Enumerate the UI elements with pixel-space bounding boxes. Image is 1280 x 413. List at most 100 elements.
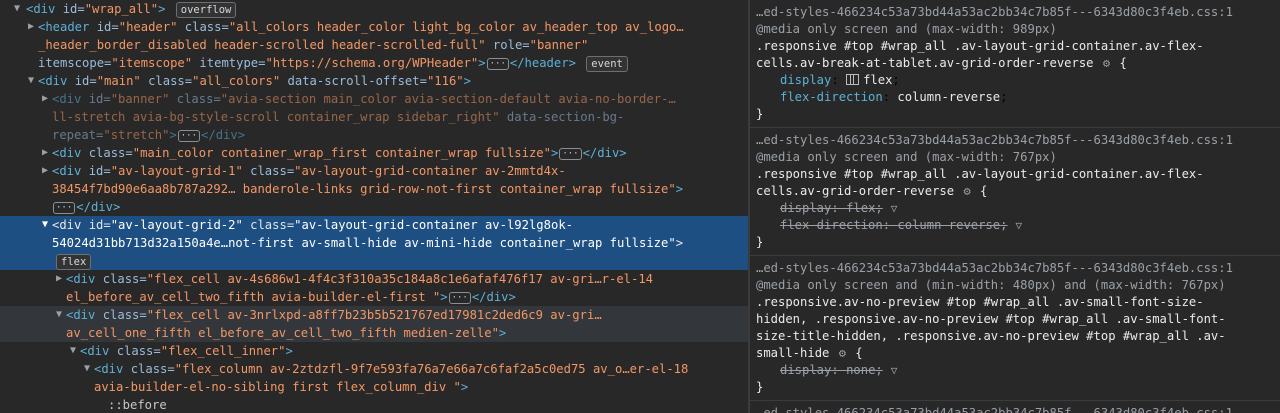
node-flex-cell-2[interactable]: ▼ <div class="flex_cell av-3nrlxpd-a8ff7… xyxy=(0,306,748,324)
tag-close: > xyxy=(463,74,471,88)
node-layout-grid-2-cont2[interactable]: flex xyxy=(0,252,748,270)
property-value[interactable]: none xyxy=(846,363,875,377)
selector-cont[interactable]: cells.av-break-at-tablet.av-grid-order-r… xyxy=(756,55,1274,72)
ellipsis-icon[interactable]: ··· xyxy=(53,202,76,214)
node-flex-cell-1-cont[interactable]: el_before_av_cell_two_fifth avia-builder… xyxy=(0,288,748,306)
declaration-display[interactable]: display: flex; xyxy=(756,72,1274,89)
event-badge[interactable]: event xyxy=(586,56,628,72)
ellipsis-icon[interactable]: ··· xyxy=(177,130,201,142)
node-flex-cell-1[interactable]: ▶ <div class="flex_cell av-4s686w1-4f4c3… xyxy=(0,270,748,288)
node-layout-grid-2[interactable]: ▼ <div id="av-layout-grid-2" class="av-l… xyxy=(0,216,748,234)
tag-name: <div xyxy=(52,218,82,232)
collapsed-triangle-icon[interactable]: ▶ xyxy=(40,144,50,162)
tag-close: > xyxy=(158,2,166,16)
node-main-color[interactable]: ▶ <div class="main_color container_wrap_… xyxy=(0,144,748,162)
node-layout-grid-2-cont[interactable]: 54024d31bb713d32a150a4e…not-first av-sma… xyxy=(0,234,748,252)
property-name[interactable]: display xyxy=(780,201,831,215)
attr-value: 38454f7bd90e6aa8b787a292… banderole-link… xyxy=(52,182,676,196)
node-layout-grid-1[interactable]: ▶ <div id="av-layout-grid-1" class="av-l… xyxy=(0,162,748,180)
selector-cont[interactable]: hidden, .responsive.av-no-preview #top #… xyxy=(756,311,1274,328)
node-banner-cont[interactable]: ll-stretch avia-bg-style-scroll containe… xyxy=(0,108,748,126)
expanded-triangle-icon[interactable]: ▼ xyxy=(54,306,64,324)
attr-name: id= xyxy=(81,164,111,178)
selector[interactable]: .responsive #top #wrap_all .av-layout-gr… xyxy=(756,166,1274,183)
property-name[interactable]: flex-direction xyxy=(780,218,883,232)
stylesheet-link[interactable]: …ed-styles-466234c53a73bd44a53ac2bb34c7b… xyxy=(756,132,1274,149)
tag-name: <div xyxy=(52,92,82,106)
node-header-cont[interactable]: _header_border_disabled header-scrolled … xyxy=(0,36,748,54)
declaration-flex-direction[interactable]: flex-direction: column-reverse; xyxy=(756,89,1274,106)
property-value[interactable]: column-reverse xyxy=(897,90,1000,104)
expanded-triangle-icon[interactable]: ▼ xyxy=(82,360,92,378)
selector-cont[interactable]: size-title-hidden, .responsive.av-no-pre… xyxy=(756,328,1274,345)
ellipsis-icon[interactable]: ··· xyxy=(559,148,582,160)
property-value[interactable]: flex xyxy=(846,201,875,215)
tag-close: > xyxy=(675,182,684,196)
stylesheet-link[interactable]: …ed-styles-466234c53a73bd44a53ac2bb34c7b… xyxy=(756,260,1274,277)
node-main[interactable]: ▼ <div id="main" class="all_colors" data… xyxy=(0,72,748,90)
collapsed-triangle-icon[interactable]: ▶ xyxy=(40,90,50,108)
media-query: @media only screen and (max-width: 989px… xyxy=(756,22,1057,36)
overflow-badge[interactable]: overflow xyxy=(175,2,237,18)
selector[interactable]: .responsive #top #wrap_all .av-layout-gr… xyxy=(756,38,1274,55)
pseudo-element: ::before xyxy=(108,398,167,412)
node-layout-grid-1-cont2[interactable]: ··· </div> xyxy=(0,198,748,216)
gear-icon[interactable]: ⚙ xyxy=(963,184,970,198)
collapsed-triangle-icon[interactable]: ▶ xyxy=(40,162,50,180)
property-name[interactable]: flex-direction xyxy=(780,90,883,104)
declaration-display[interactable]: display: flex; ▽ xyxy=(756,200,1274,217)
property-name[interactable]: display xyxy=(780,363,831,377)
node-layout-grid-1-cont[interactable]: 38454f7bd90e6aa8b787a292… banderole-link… xyxy=(0,180,748,198)
collapsed-triangle-icon[interactable]: ▶ xyxy=(54,270,64,288)
selector-cont[interactable]: cells.av-grid-order-reverse ⚙ { xyxy=(756,183,1274,200)
brace-open: { xyxy=(855,346,863,360)
attr-value: ll-stretch avia-bg-style-scroll containe… xyxy=(52,110,500,124)
node-flex-cell-2-cont[interactable]: av_cell_one_fifth el_before_av_cell_two_… xyxy=(0,324,748,342)
style-rule-3: …ed-styles-466234c53a73bd44a53ac2bb34c7b… xyxy=(750,256,1280,401)
media-query: @media only screen and (min-width: 480px… xyxy=(756,278,1226,292)
declaration-display[interactable]: display: none; ▽ xyxy=(756,362,1274,379)
stylesheet-link[interactable]: …ed-styles-466234c53a73bd44a53ac2bb34c7b… xyxy=(756,405,1274,413)
devtools-panel: ▼ <div id="wrap_all"> overflow ▶ <header… xyxy=(0,0,1280,413)
node-header[interactable]: ▶ <header id="header" class="all_colors … xyxy=(0,18,748,36)
node-banner-cont2[interactable]: repeat="stretch"> ··· </div> xyxy=(0,126,748,144)
media-query: @media only screen and (max-width: 767px… xyxy=(756,150,1057,164)
node-flex-column-cont[interactable]: avia-builder-el-no-sibling first flex_co… xyxy=(0,378,748,396)
collapsed-triangle-icon[interactable]: ▶ xyxy=(26,18,36,36)
filter-icon[interactable]: ▽ xyxy=(891,202,898,215)
selector-cont[interactable]: small-hide ⚙ { xyxy=(756,345,1274,362)
attr-value: "av-layout-grid-container av-2mmtd4x- xyxy=(294,164,566,178)
elements-tree[interactable]: ▼ <div id="wrap_all"> overflow ▶ <header… xyxy=(0,0,748,413)
expanded-triangle-icon[interactable]: ▼ xyxy=(68,342,78,360)
node-banner[interactable]: ▶ <div id="banner" class="avia-section m… xyxy=(0,90,748,108)
selector-text: cells.av-break-at-tablet.av-grid-order-r… xyxy=(756,56,1094,70)
expanded-triangle-icon[interactable]: ▼ xyxy=(26,72,36,90)
node-pseudo-before[interactable]: ::before xyxy=(0,396,748,413)
flex-editor-icon[interactable] xyxy=(846,74,860,85)
selector[interactable]: .responsive.av-no-preview #top #wrap_all… xyxy=(756,294,1274,311)
declaration-flex-direction[interactable]: flex-direction: column-reverse; ▽ xyxy=(756,217,1274,234)
attr-name: class= xyxy=(95,272,147,286)
brace-close: } xyxy=(756,235,764,249)
node-flex-column[interactable]: ▼ <div class="flex_column av-2ztdzfl-9f7… xyxy=(0,360,748,378)
expanded-triangle-icon[interactable]: ▼ xyxy=(40,216,50,234)
node-header-cont2[interactable]: itemscope="itemscope" itemtype="https://… xyxy=(0,54,748,72)
property-name[interactable]: display xyxy=(780,73,831,87)
tag-close: > xyxy=(498,326,507,340)
property-value[interactable]: column-reverse xyxy=(897,218,1000,232)
stylesheet-link[interactable]: …ed-styles-466234c53a73bd44a53ac2bb34c7b… xyxy=(756,4,1274,21)
tag-close: </div> xyxy=(201,128,246,142)
ellipsis-icon[interactable]: ··· xyxy=(486,58,509,70)
gear-icon[interactable]: ⚙ xyxy=(1103,56,1110,70)
gear-icon[interactable]: ⚙ xyxy=(839,346,846,360)
filter-icon[interactable]: ▽ xyxy=(1016,219,1023,232)
styles-pane[interactable]: …ed-styles-466234c53a73bd44a53ac2bb34c7b… xyxy=(750,0,1280,413)
node-flex-cell-inner[interactable]: ▼ <div class="flex_cell_inner"> xyxy=(0,342,748,360)
property-value[interactable]: flex xyxy=(863,73,892,87)
filter-icon[interactable]: ▽ xyxy=(891,364,898,377)
expanded-triangle-icon[interactable]: ▼ xyxy=(12,0,22,18)
ellipsis-icon[interactable]: ··· xyxy=(448,292,471,304)
flex-badge[interactable]: flex xyxy=(56,254,92,270)
attr-name: role= xyxy=(485,38,530,52)
node-wrap-all[interactable]: ▼ <div id="wrap_all"> overflow xyxy=(0,0,748,18)
